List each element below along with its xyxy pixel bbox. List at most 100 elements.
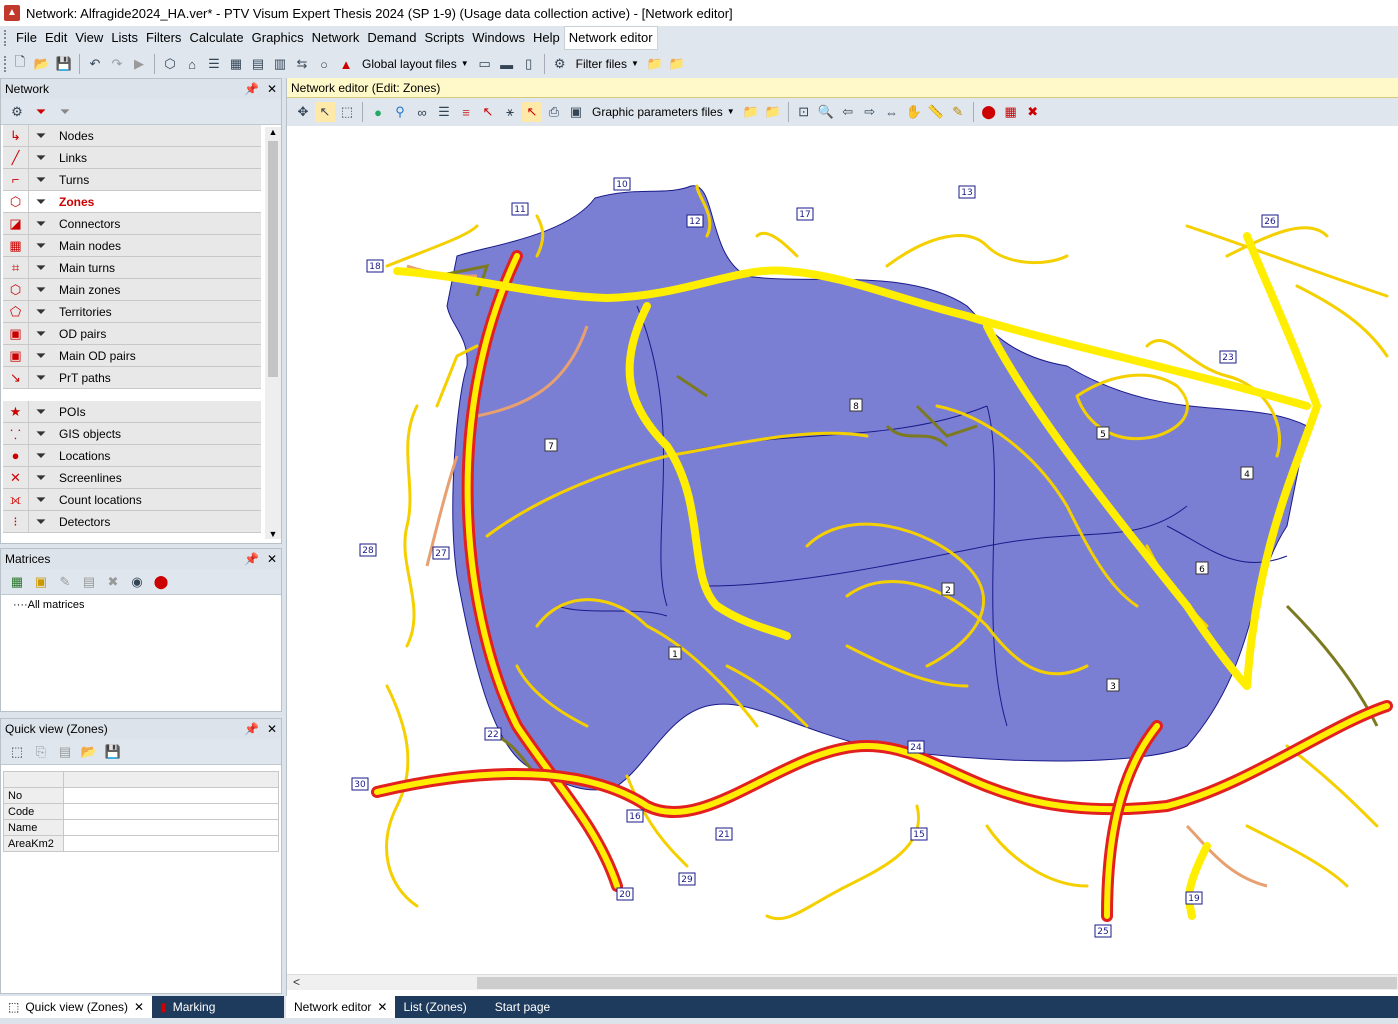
filter-net-icon[interactable]: ⚙ — [7, 102, 27, 122]
connector-label[interactable]: 23 — [1219, 350, 1237, 364]
network-map[interactable]: 12345678 1011121315161718192021222324252… — [287, 126, 1398, 974]
zone-label[interactable]: 1 — [668, 646, 682, 660]
matrix-new-icon[interactable]: ▦ — [7, 572, 27, 592]
select-mode-icon[interactable]: ↖ — [478, 102, 498, 122]
filter-icon[interactable]: ⏷ — [29, 348, 53, 364]
binoculars-icon[interactable]: ∞ — [412, 102, 432, 122]
network-scrollbar[interactable]: ▲ ▼ — [265, 127, 281, 539]
network-item-locations[interactable]: ● ⏷ Locations — [3, 445, 261, 467]
close-icon[interactable]: ✕ — [134, 996, 144, 1018]
connector-label[interactable]: 13 — [958, 185, 976, 199]
table-icon[interactable]: ▥ — [270, 54, 290, 74]
connector-label[interactable]: 17 — [796, 207, 814, 221]
map-canvas[interactable]: 12345678 10 11 12 13 15 16 17 18 19 20 21 22 23 24 25 2… — [287, 126, 1398, 974]
forward-icon[interactable]: ⇨ — [860, 102, 880, 122]
connector-label[interactable]: 22 — [484, 727, 502, 741]
table-row[interactable]: Name — [3, 819, 279, 836]
qv-paste-icon[interactable]: ▤ — [55, 742, 75, 762]
filter-icon[interactable]: ⏷ — [29, 238, 53, 254]
pin-icon[interactable]: 📌 — [244, 552, 259, 566]
network-item-prt-paths[interactable]: ↘ ⏷ PrT paths — [3, 367, 261, 389]
connector-label[interactable]: 28 — [359, 543, 377, 557]
table-row[interactable]: Code — [3, 803, 279, 820]
layout-2-icon[interactable]: ▬ — [497, 54, 517, 74]
pointer-icon[interactable]: ↖ — [315, 102, 335, 122]
connector-label[interactable]: 27 — [432, 546, 450, 560]
connector-label[interactable]: 29 — [678, 872, 696, 886]
horizontal-scrollbar[interactable]: < — [287, 974, 1398, 990]
home-icon[interactable]: ⌂ — [182, 54, 202, 74]
zone-label[interactable]: 6 — [1195, 561, 1209, 575]
run-icon[interactable]: ▶ — [129, 54, 149, 74]
tab-quickview[interactable]: ⬚ Quick view (Zones) ✕ — [0, 996, 153, 1018]
qv-copy-icon[interactable]: ⎘ — [31, 742, 51, 762]
menu-calculate[interactable]: Calculate — [185, 27, 247, 49]
connector-label[interactable]: 20 — [616, 887, 634, 901]
pencil-icon[interactable]: ✎ — [948, 102, 968, 122]
matrices-tree-root[interactable]: ····All matrices — [1, 595, 281, 615]
filter-icon[interactable]: ⏷ — [29, 370, 53, 386]
menu-file[interactable]: File — [12, 27, 41, 49]
filter-icon[interactable]: ⏷ — [29, 282, 53, 298]
network-item-gis-objects[interactable]: ⸪ ⏷ GIS objects — [3, 423, 261, 445]
network-item-main-zones[interactable]: ⬡ ⏷ Main zones — [3, 279, 261, 301]
connector-label[interactable]: 26 — [1261, 214, 1279, 228]
filter-files-dropdown[interactable]: Filter files ▼ — [572, 54, 643, 74]
connector-label[interactable]: 19 — [1185, 891, 1203, 905]
hand-icon[interactable]: ✋ — [904, 102, 924, 122]
connector-label[interactable]: 10 — [613, 177, 631, 191]
connector-label[interactable]: 21 — [715, 827, 733, 841]
attribute-value[interactable] — [63, 819, 279, 836]
network-item-detectors[interactable]: ⁝ ⏷ Detectors — [3, 511, 261, 533]
zone-label[interactable]: 2 — [941, 582, 955, 596]
network-item-territories[interactable]: ⬠ ⏷ Territories — [3, 301, 261, 323]
zone-label[interactable]: 5 — [1096, 426, 1110, 440]
network-item-count-locations[interactable]: ⟗ ⏷ Count locations — [3, 489, 261, 511]
zone-polygon[interactable] — [446, 185, 1308, 791]
menu-graphics[interactable]: Graphics — [248, 27, 308, 49]
table-row[interactable]: AreaKm2 — [3, 835, 279, 852]
scroll-thumb[interactable] — [477, 977, 1397, 989]
close-icon[interactable]: ✕ — [377, 996, 387, 1018]
layout-3-icon[interactable]: ▯ — [519, 54, 539, 74]
pin-icon[interactable]: 📌 — [244, 82, 259, 96]
network-item-pois[interactable]: ★ ⏷ POIs — [3, 401, 261, 423]
tab-list-zones[interactable]: List (Zones) — [395, 996, 486, 1018]
zoom-window-icon[interactable]: ⊡ — [794, 102, 814, 122]
redo-icon[interactable]: ↷ — [107, 54, 127, 74]
tab-start-page[interactable]: Start page — [487, 996, 558, 1018]
filter-icon[interactable]: ⏷ — [29, 216, 53, 232]
menu-network[interactable]: Network — [308, 27, 364, 49]
zoom-icon[interactable]: 🔍 — [816, 102, 836, 122]
grid-icon[interactable]: ▤ — [248, 54, 268, 74]
matrix-chart-icon[interactable]: ▤ — [79, 572, 99, 592]
back-icon[interactable]: ⇦ — [838, 102, 858, 122]
filter-icon[interactable]: ⏷ — [29, 150, 53, 166]
menu-network-editor[interactable]: Network editor — [563, 26, 658, 50]
scroll-left-icon[interactable]: < — [293, 975, 300, 989]
zone-label[interactable]: 7 — [544, 438, 558, 452]
circle-icon[interactable]: ○ — [314, 54, 334, 74]
connector-label[interactable]: 12 — [686, 214, 704, 228]
measure-icon[interactable]: 📏 — [926, 102, 946, 122]
matrix-icon[interactable]: ▦ — [226, 54, 246, 74]
close-icon[interactable]: ✕ — [267, 552, 277, 566]
menu-lists[interactable]: Lists — [107, 27, 142, 49]
scroll-down-icon[interactable]: ▼ — [265, 529, 281, 539]
scroll-thumb[interactable] — [268, 141, 278, 377]
save-filter-icon[interactable]: 📁 — [667, 54, 687, 74]
connector-label[interactable]: 24 — [907, 740, 925, 754]
active-edit-icon[interactable]: ↖ — [522, 102, 542, 122]
filter-icon[interactable]: ⏷ — [29, 470, 53, 486]
network-item-zones[interactable]: ⬡ ⏷ Zones — [3, 191, 261, 213]
scroll-up-icon[interactable]: ▲ — [265, 127, 281, 137]
menu-filters[interactable]: Filters — [142, 27, 185, 49]
attribute-value[interactable] — [63, 835, 279, 852]
filter-settings-icon[interactable]: ⚙ — [550, 54, 570, 74]
connector-label[interactable]: 15 — [910, 827, 928, 841]
zone-label[interactable]: 8 — [849, 398, 863, 412]
cross-icon[interactable]: ✖ — [1023, 102, 1043, 122]
record-icon[interactable]: ◉ — [127, 572, 147, 592]
pin-icon[interactable]: 📌 — [244, 722, 259, 736]
connector-label[interactable]: 30 — [351, 777, 369, 791]
